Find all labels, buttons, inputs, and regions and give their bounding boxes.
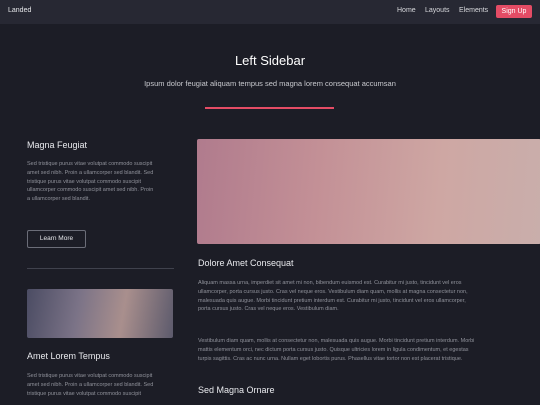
text-line: Aliquam massa urna, imperdiet sit amet m… bbox=[198, 280, 462, 286]
text-line: amet sed nibh. Proin a ullamcorper sed b… bbox=[27, 381, 154, 388]
sidebar-heading-magna-feugiat: Magna Feugiat bbox=[27, 140, 88, 150]
nav-link-elements[interactable]: Elements bbox=[459, 7, 488, 14]
page-subtitle: Ipsum dolor feugiat aliquam tempus sed m… bbox=[144, 79, 396, 88]
sign-up-button[interactable]: Sign Up bbox=[496, 5, 532, 18]
text-line: a ullamcorper sed blandit. bbox=[27, 196, 90, 203]
sidebar-paragraph-2: Sed tristique purus vitae volutpat commo… bbox=[27, 372, 177, 398]
main-paragraph-1: Aliquam massa urna, imperdiet sit amet m… bbox=[198, 279, 538, 314]
accent-divider bbox=[205, 107, 334, 109]
sidebar-heading-amet-lorem-tempus: Amet Lorem Tempus bbox=[27, 351, 110, 361]
top-navbar: Landed Home Layouts Elements Sign Up bbox=[0, 0, 540, 24]
text-line: ullamcorper, porta cursus justo. Cras ve… bbox=[198, 288, 468, 295]
sidebar-image bbox=[27, 289, 173, 338]
sidebar-paragraph-1: Sed tristique purus vitae volutpat commo… bbox=[27, 160, 177, 204]
learn-more-button[interactable]: Learn More bbox=[27, 230, 86, 248]
text-line: ullamcorper commodo suscipit amet sed ni… bbox=[27, 187, 154, 194]
main-paragraph-2: Vestibulum diam quam, mollis at consecte… bbox=[198, 337, 538, 363]
site-logo[interactable]: Landed bbox=[8, 7, 31, 14]
text-line: Vestibulum diam quam, mollis at consecte… bbox=[198, 338, 475, 344]
text-line: porta cursus justo. Cras vel neque eros.… bbox=[198, 306, 339, 313]
text-line: amet sed nibh. Proin a ullamcorper sed b… bbox=[27, 169, 154, 176]
text-line: turpis sagittis. Cras ac nunc urna. Null… bbox=[198, 355, 463, 362]
text-line: Sed tristique purus vitae volutpat commo… bbox=[27, 161, 153, 167]
main-heading-dolore-amet: Dolore Amet Consequat bbox=[198, 258, 294, 268]
text-line: mattis elementum orci, nec dictum porta … bbox=[198, 346, 469, 353]
main-heading-sed-magna: Sed Magna Ornare bbox=[198, 385, 275, 395]
sidebar-divider bbox=[27, 268, 174, 269]
text-line: Sed tristique purus vitae volutpat commo… bbox=[27, 373, 153, 379]
nav-link-home[interactable]: Home bbox=[397, 7, 416, 14]
nav-link-layouts[interactable]: Layouts bbox=[425, 7, 450, 14]
text-line: tristique purus vitae volutpat commodo s… bbox=[27, 390, 142, 397]
text-line: malesuada quis augue. Morbi tincidunt pr… bbox=[198, 297, 466, 304]
page-title: Left Sidebar bbox=[234, 53, 306, 68]
main-banner-image bbox=[197, 139, 540, 244]
text-line: tristique purus vitae volutpat commodo s… bbox=[27, 178, 142, 185]
